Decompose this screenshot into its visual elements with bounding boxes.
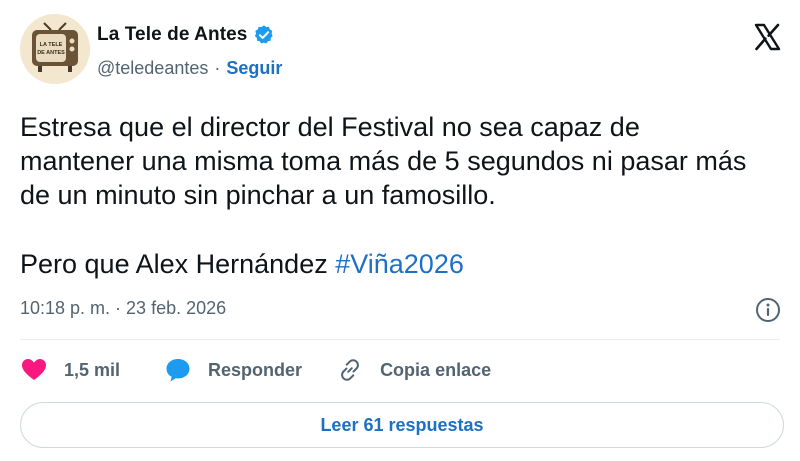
separator-dot: · xyxy=(214,58,221,78)
author-handle[interactable]: @teledeantes xyxy=(97,58,208,79)
author-handle-row: @teledeantes · Seguir xyxy=(97,58,282,79)
copy-link-label: Copia enlace xyxy=(380,359,492,380)
author-display-name[interactable]: La Tele de Antes xyxy=(97,24,247,46)
link-icon xyxy=(341,359,359,381)
author-name-row: La Tele de Antes xyxy=(97,24,275,46)
read-replies-label: Leer 61 respuestas xyxy=(320,414,484,435)
info-icon[interactable] xyxy=(755,297,781,323)
embedded-tweet-card: LA TELE DE ANTES La Tele de Antes @teled… xyxy=(0,0,800,461)
read-replies-button[interactable]: Leer 61 respuestas xyxy=(20,402,784,448)
hashtag-link[interactable]: #Viña2026 xyxy=(335,249,464,279)
tv-logo-image: LA TELE DE ANTES xyxy=(20,14,90,84)
avatar[interactable]: LA TELE DE ANTES xyxy=(20,14,90,84)
reply-button[interactable]: Responder xyxy=(164,356,302,384)
like-count: 1,5 mil xyxy=(64,359,121,380)
reply-label: Responder xyxy=(208,359,303,380)
tweet-paragraph-1: Estresa que el director del Festival no … xyxy=(20,112,747,210)
x-logo-icon[interactable] xyxy=(752,22,782,52)
tweet-body: Estresa que el director del Festival no … xyxy=(20,110,760,281)
heart-icon xyxy=(22,359,46,380)
follow-button[interactable]: Seguir xyxy=(226,58,282,79)
like-button[interactable]: 1,5 mil xyxy=(20,356,120,384)
svg-text:DE ANTES: DE ANTES xyxy=(37,50,65,56)
speech-bubble-icon xyxy=(166,359,190,382)
tweet-timestamp[interactable]: 10:18 p. m. · 23 feb. 2026 xyxy=(20,298,226,319)
tweet-paragraph-2-text: Pero que Alex Hernández xyxy=(20,249,336,279)
tweet-paragraph-2: Pero que Alex Hernández #Viña2026 xyxy=(20,247,760,281)
copy-link-button[interactable]: Copia enlace xyxy=(336,356,491,384)
svg-text:LA TELE: LA TELE xyxy=(40,42,63,48)
action-bar: 1,5 mil Responder Copia enlace xyxy=(20,356,491,384)
verified-badge-icon xyxy=(253,24,275,46)
divider xyxy=(20,339,780,340)
